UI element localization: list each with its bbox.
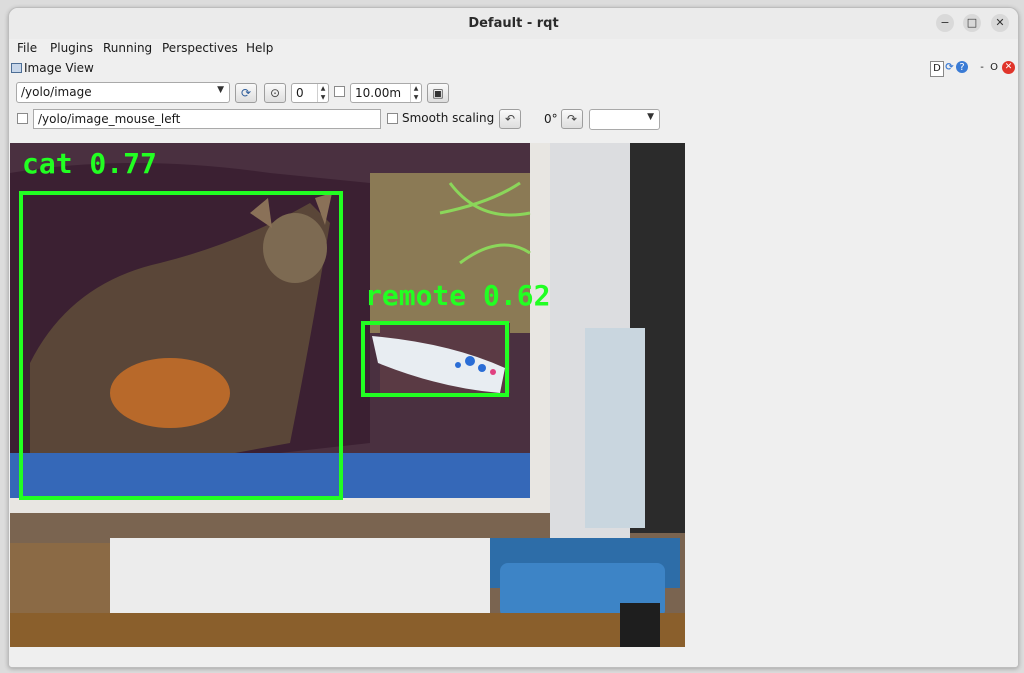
title-bar[interactable]: Default - rqt − □ ✕ — [9, 8, 1018, 40]
close-plugin-icon[interactable]: ✕ — [1002, 61, 1015, 74]
cat-detection-label: cat 0.77 — [22, 147, 157, 180]
spin-arrows-icon[interactable]: ▲ ▼ — [317, 84, 328, 102]
topic-value: /yolo/image — [21, 85, 92, 99]
image-display[interactable]: cat 0.77 remote 0.62 — [10, 143, 685, 647]
menu-help[interactable]: Help — [246, 41, 273, 55]
zoom-one-button[interactable]: ⊙ — [264, 83, 286, 103]
remote-detection-label: remote 0.62 — [365, 279, 550, 312]
menu-plugins[interactable]: Plugins — [50, 41, 93, 55]
minimize-plugin-button[interactable]: - — [978, 61, 986, 75]
help-icon[interactable]: ? — [956, 61, 968, 73]
refresh-topics-button[interactable]: ⟳ — [235, 83, 257, 103]
max-range-value: 10.00m — [355, 86, 402, 100]
rotate-left-button[interactable]: ↶ — [499, 109, 521, 129]
rotate-right-button[interactable]: ↷ — [561, 109, 583, 129]
menu-running[interactable]: Running — [103, 41, 152, 55]
minimize-button[interactable]: − — [936, 14, 954, 32]
reload-icon[interactable]: ⟳ — [943, 61, 956, 75]
zoom-spinbox[interactable]: 0 ▲ ▼ — [291, 83, 329, 103]
mouse-topic-input[interactable]: /yolo/image_mouse_left — [33, 109, 381, 129]
menu-file[interactable]: File — [17, 41, 37, 55]
spin-arrows-icon[interactable]: ▲ ▼ — [410, 84, 421, 102]
chevron-down-icon: ▼ — [647, 112, 654, 122]
topic-combo[interactable]: /yolo/image ▼ — [16, 82, 230, 103]
rotation-label: 0° — [544, 112, 558, 126]
mouse-topic-value: /yolo/image_mouse_left — [38, 112, 181, 126]
rqt-window: Default - rqt − □ ✕ File Plugins Running… — [8, 7, 1019, 668]
max-range-spinbox[interactable]: 10.00m ▲ ▼ — [350, 83, 422, 103]
save-image-button[interactable]: ▣ — [427, 83, 449, 103]
window-title: Default - rqt — [468, 16, 559, 31]
chevron-down-icon: ▼ — [217, 85, 224, 95]
smooth-scaling-checkbox[interactable] — [387, 113, 398, 124]
image-view-icon — [11, 63, 22, 73]
publish-click-checkbox[interactable] — [17, 113, 28, 124]
float-plugin-button[interactable]: O — [989, 61, 999, 75]
color-scheme-combo[interactable]: ▼ — [589, 109, 660, 130]
close-button[interactable]: ✕ — [991, 14, 1009, 32]
plugin-header: Image View D ⟳ ? - O ✕ — [9, 60, 1018, 78]
camera-frame: cat 0.77 remote 0.62 — [10, 143, 685, 647]
menu-perspectives[interactable]: Perspectives — [162, 41, 238, 55]
docked-help-button[interactable]: D — [930, 61, 944, 77]
plugin-title: Image View — [24, 61, 94, 75]
maximize-button[interactable]: □ — [963, 14, 981, 32]
menu-bar: File Plugins Running Perspectives Help — [9, 39, 1018, 57]
dynamic-range-checkbox[interactable] — [334, 86, 345, 97]
status-bar — [9, 649, 1018, 667]
smooth-scaling-label: Smooth scaling — [402, 111, 495, 125]
zoom-spin-value: 0 — [296, 86, 304, 100]
